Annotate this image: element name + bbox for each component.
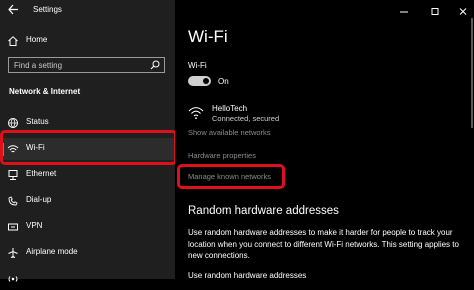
app-title: Settings [33, 5, 62, 14]
airplane-icon [8, 248, 18, 258]
page-title: Wi-Fi [188, 27, 228, 46]
wifi-signal-icon [188, 107, 204, 120]
sidebar: Settings Home Find a setting Network & I… [0, 0, 177, 282]
close-icon [459, 8, 467, 15]
sidebar-item-label: Dial-up [26, 195, 52, 204]
dialup-icon [8, 196, 18, 206]
minimize-button[interactable] [398, 4, 410, 14]
search-placeholder: Find a setting [14, 61, 63, 70]
network-status: Connected, secured [212, 114, 280, 123]
ethernet-icon [8, 170, 18, 180]
network-item[interactable]: HelloTech Connected, secured [188, 104, 363, 126]
random-hw-description: Use random hardware addresses to make it… [188, 228, 459, 260]
back-button[interactable] [6, 3, 20, 16]
back-arrow-icon [8, 4, 18, 15]
search-input[interactable]: Find a setting [8, 57, 165, 73]
hotspot-icon [8, 276, 18, 282]
sidebar-item-label: Airplane mode [26, 247, 78, 256]
show-available-networks-link[interactable]: Show available networks [188, 128, 271, 137]
wifi-label: Wi-Fi [188, 61, 207, 70]
network-name: HelloTech [212, 104, 248, 113]
sidebar-item-label: VPN [26, 221, 43, 230]
sidebar-item-ethernet[interactable]: Ethernet [0, 164, 175, 186]
home-icon [8, 36, 18, 46]
sidebar-item-home[interactable]: Home [0, 30, 175, 52]
wifi-toggle[interactable] [188, 76, 211, 86]
section-heading: Random hardware addresses [188, 205, 339, 217]
toggle-knob [203, 78, 209, 84]
maximize-icon [431, 8, 439, 15]
section-title: Network & Internet [9, 87, 81, 96]
sidebar-item-label: Ethernet [26, 169, 57, 178]
sidebar-item-partial[interactable] [0, 268, 175, 290]
globe-icon [8, 118, 18, 128]
minimize-icon [400, 11, 408, 13]
toggle-state: On [218, 77, 229, 86]
vpn-icon [8, 223, 18, 231]
sidebar-item-dialup[interactable]: Dial-up [0, 190, 175, 212]
scrollbar-thumb[interactable] [471, 18, 473, 128]
sidebar-item-airplane-mode[interactable]: Airplane mode [0, 242, 175, 264]
hardware-properties-link[interactable]: Hardware properties [188, 151, 256, 160]
manage-networks-highlight-box [177, 164, 285, 189]
search-icon [150, 60, 160, 70]
wifi-highlight-box [0, 130, 177, 165]
scrollbar[interactable] [470, 0, 474, 279]
sidebar-item-label: Status [26, 117, 49, 126]
sidebar-item-vpn[interactable]: VPN [0, 216, 175, 238]
sidebar-item-label: Home [26, 35, 48, 44]
maximize-button[interactable] [429, 4, 441, 15]
main-content: Wi-Fi Wi-Fi On HelloTech Connected, secu… [175, 0, 474, 280]
close-button[interactable] [457, 4, 469, 15]
